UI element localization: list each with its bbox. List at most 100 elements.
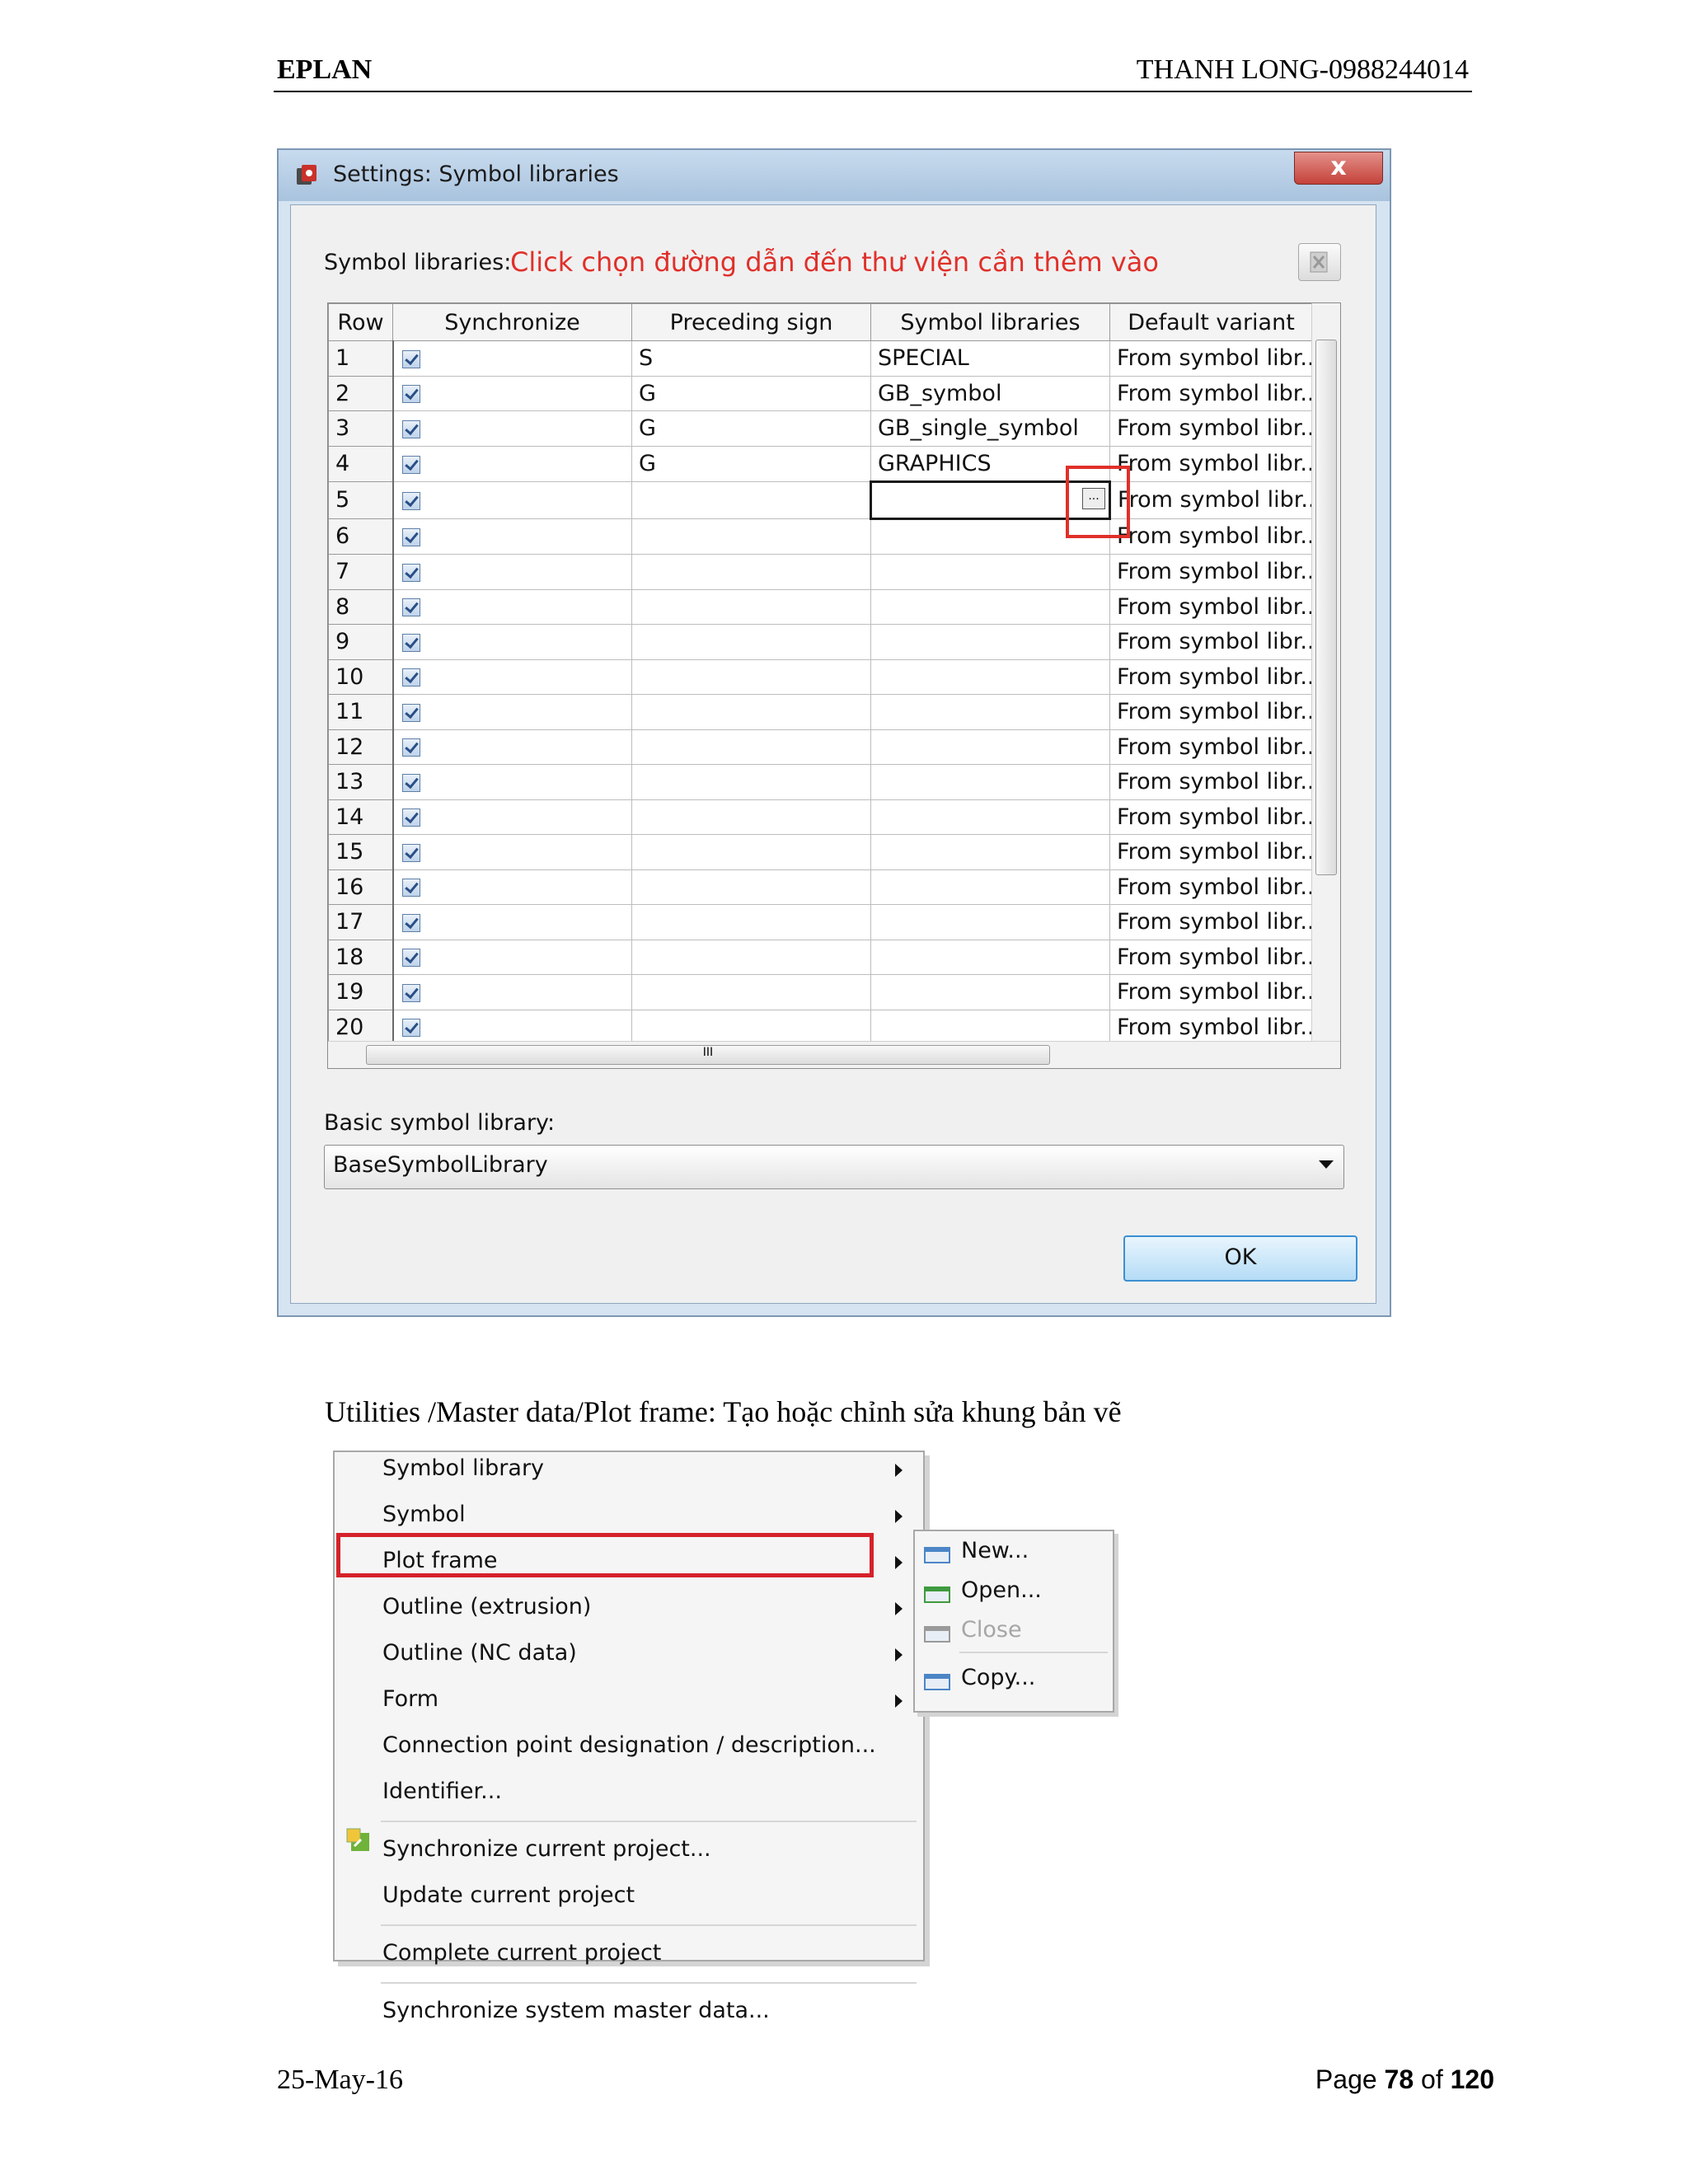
symbol-library-cell[interactable] (870, 764, 1110, 800)
symbol-library-cell[interactable]: GB_single_symbol (870, 410, 1110, 447)
synchronize-checkbox[interactable] (401, 738, 420, 757)
symbol-library-cell[interactable] (870, 939, 1110, 975)
menu-item[interactable]: Synchronize current project... (382, 1836, 711, 1862)
symbol-library-cell[interactable] (870, 799, 1110, 835)
synchronize-cell[interactable] (392, 375, 632, 411)
scroll-thumb[interactable]: III (366, 1045, 1050, 1065)
symbol-library-cell[interactable] (870, 869, 1110, 905)
default-variant-cell[interactable]: From symbol libr.. (1109, 554, 1313, 590)
basic-library-select[interactable]: BaseSymbolLibrary (324, 1145, 1344, 1189)
synchronize-cell[interactable] (392, 869, 632, 905)
synchronize-cell[interactable] (392, 554, 632, 590)
synchronize-checkbox[interactable] (401, 703, 420, 722)
synchronize-cell[interactable] (392, 694, 632, 730)
menu-item[interactable]: Update current project (382, 1882, 635, 1908)
menu-item[interactable]: Outline (extrusion) (382, 1594, 591, 1619)
synchronize-checkbox[interactable] (401, 563, 420, 582)
preceding-sign-cell[interactable] (631, 729, 871, 765)
delete-button[interactable] (1298, 243, 1341, 281)
synchronize-checkbox[interactable] (401, 349, 420, 368)
table-row[interactable]: 12 From symbol libr.. (328, 729, 1313, 765)
vertical-scrollbar[interactable] (1311, 303, 1340, 1045)
synchronize-cell[interactable] (392, 518, 632, 555)
menu-item[interactable]: Symbol library (382, 1455, 544, 1481)
preceding-sign-cell[interactable] (631, 588, 871, 625)
symbol-library-cell[interactable] (870, 624, 1110, 660)
synchronize-cell[interactable] (392, 588, 632, 625)
preceding-sign-cell[interactable] (631, 1009, 871, 1045)
preceding-sign-cell[interactable] (631, 554, 871, 590)
menu-item[interactable]: Connection point designation / descripti… (382, 1732, 876, 1758)
synchronize-checkbox[interactable] (401, 419, 420, 438)
synchronize-checkbox[interactable] (401, 843, 420, 862)
default-variant-cell[interactable]: From symbol libr.. (1109, 518, 1313, 555)
column-header[interactable]: Symbol libraries (870, 303, 1110, 341)
preceding-sign-cell[interactable] (631, 904, 871, 940)
synchronize-checkbox[interactable] (401, 913, 420, 932)
menu-item[interactable]: Symbol (382, 1502, 466, 1527)
synchronize-cell[interactable] (392, 904, 632, 940)
symbol-library-cell[interactable] (870, 1009, 1110, 1045)
synchronize-checkbox[interactable] (401, 455, 420, 474)
menu-item[interactable]: Identifier... (382, 1779, 502, 1804)
preceding-sign-cell[interactable] (631, 518, 871, 555)
synchronize-checkbox[interactable] (401, 983, 420, 1002)
synchronize-cell[interactable] (392, 445, 632, 482)
symbol-library-cell[interactable] (870, 904, 1110, 940)
default-variant-cell[interactable]: From symbol libr.. (1109, 481, 1313, 519)
submenu-item[interactable]: Open... (961, 1577, 1042, 1603)
table-row[interactable]: 19 From symbol libr.. (328, 974, 1313, 1010)
synchronize-checkbox[interactable] (401, 1019, 420, 1038)
default-variant-cell[interactable]: From symbol libr.. (1109, 445, 1313, 482)
table-row[interactable]: 18 From symbol libr.. (328, 939, 1313, 975)
synchronize-checkbox[interactable] (401, 633, 420, 652)
table-row[interactable]: 20 From symbol libr.. (328, 1009, 1313, 1045)
default-variant-cell[interactable]: From symbol libr.. (1109, 588, 1313, 625)
symbol-library-cell[interactable] (870, 588, 1110, 625)
preceding-sign-cell[interactable] (631, 799, 871, 835)
synchronize-cell[interactable] (392, 974, 632, 1010)
symbol-library-cell[interactable] (870, 658, 1110, 695)
synchronize-checkbox[interactable] (401, 527, 420, 546)
close-button[interactable]: x (1294, 152, 1383, 185)
submenu-item[interactable]: Copy... (961, 1665, 1035, 1690)
symbol-library-cell[interactable] (870, 694, 1110, 730)
default-variant-cell[interactable]: From symbol libr.. (1109, 340, 1313, 377)
synchronize-cell[interactable] (392, 939, 632, 975)
default-variant-cell[interactable]: From symbol libr.. (1109, 729, 1313, 765)
table-row[interactable]: 15 From symbol libr.. (328, 834, 1313, 870)
table-row[interactable]: 5... From symbol libr.. (328, 480, 1313, 520)
default-variant-cell[interactable]: From symbol libr.. (1109, 904, 1313, 940)
symbol-library-cell[interactable] (870, 834, 1110, 870)
synchronize-checkbox[interactable] (401, 598, 420, 617)
preceding-sign-cell[interactable] (631, 658, 871, 695)
column-header[interactable]: Synchronize (392, 303, 632, 341)
synchronize-cell[interactable] (392, 799, 632, 835)
ok-button[interactable]: OK (1123, 1235, 1357, 1282)
preceding-sign-cell[interactable] (631, 974, 871, 1010)
table-row[interactable]: 6 From symbol libr.. (328, 518, 1313, 555)
default-variant-cell[interactable]: From symbol libr.. (1109, 834, 1313, 870)
table-row[interactable]: 16 From symbol libr.. (328, 869, 1313, 905)
default-variant-cell[interactable]: From symbol libr.. (1109, 869, 1313, 905)
synchronize-cell[interactable] (392, 1009, 632, 1045)
table-row[interactable]: 10 From symbol libr.. (328, 658, 1313, 695)
menu-item[interactable]: Synchronize system master data... (382, 1998, 770, 2023)
preceding-sign-cell[interactable]: S (631, 340, 871, 377)
preceding-sign-cell[interactable]: G (631, 445, 871, 482)
synchronize-checkbox[interactable] (401, 879, 420, 898)
synchronize-checkbox[interactable] (401, 949, 420, 968)
table-row[interactable]: 11 From symbol libr.. (328, 694, 1313, 730)
preceding-sign-cell[interactable] (631, 834, 871, 870)
default-variant-cell[interactable]: From symbol libr.. (1109, 764, 1313, 800)
menu-item[interactable]: Outline (NC data) (382, 1640, 577, 1666)
column-header[interactable]: Default variant (1109, 303, 1313, 341)
table-row[interactable]: 1 S SPECIAL From symbol libr.. (328, 340, 1313, 377)
synchronize-cell[interactable] (392, 410, 632, 447)
default-variant-cell[interactable]: From symbol libr.. (1109, 974, 1313, 1010)
submenu-item[interactable]: New... (961, 1538, 1029, 1563)
table-row[interactable]: 4 G GRAPHICS From symbol libr.. (328, 445, 1313, 482)
column-header[interactable]: Preceding sign (631, 303, 871, 341)
default-variant-cell[interactable]: From symbol libr.. (1109, 624, 1313, 660)
synchronize-checkbox[interactable] (401, 808, 420, 827)
